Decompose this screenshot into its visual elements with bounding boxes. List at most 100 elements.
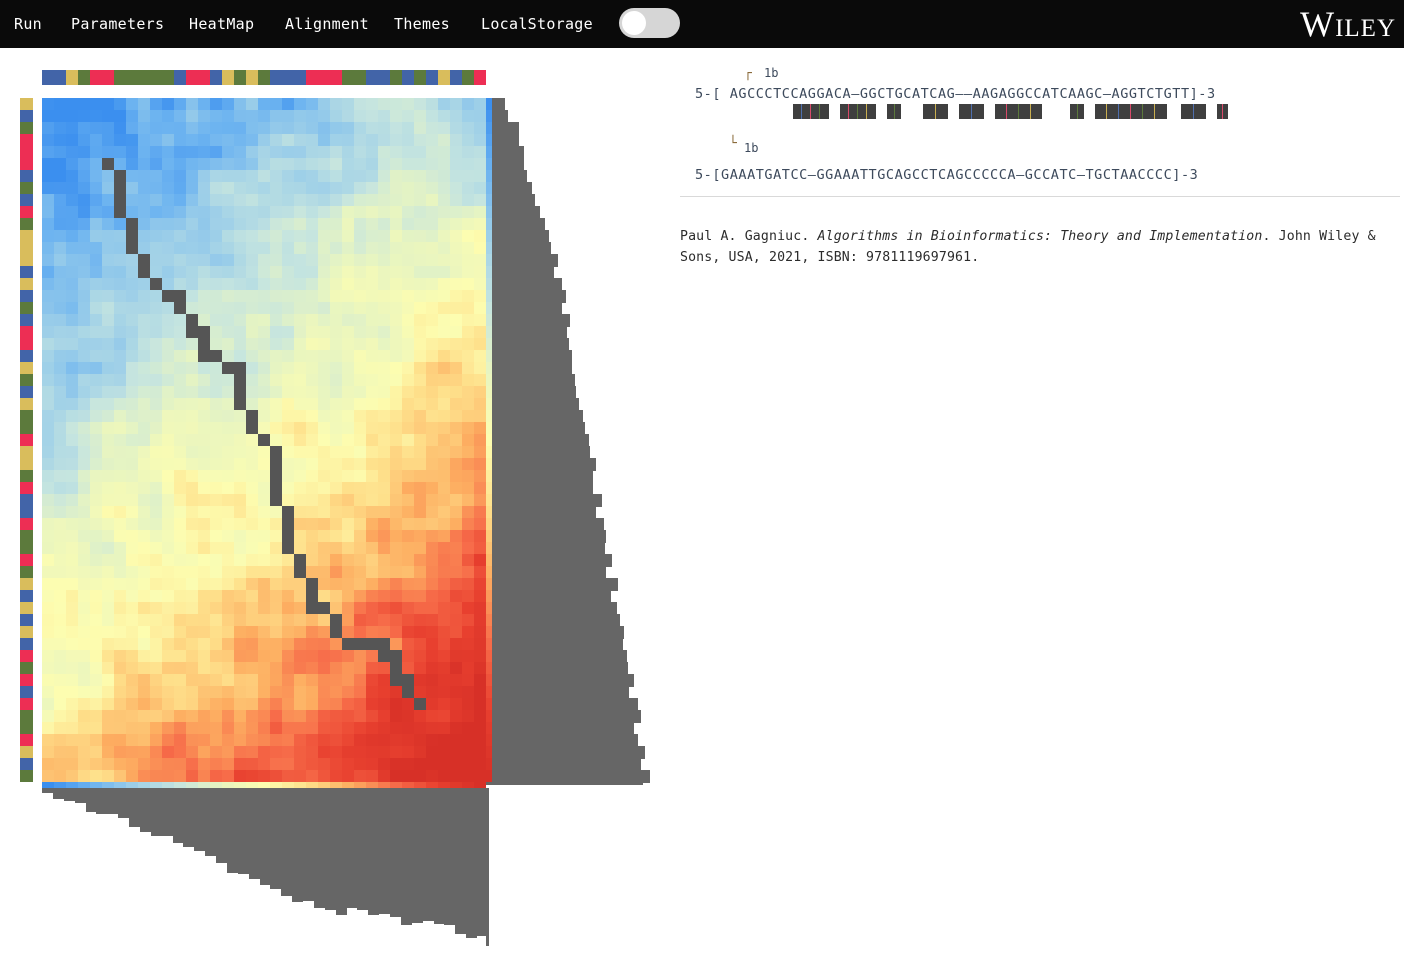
heatmap-cell	[78, 446, 90, 458]
heatmap-cell	[126, 470, 138, 482]
heatmap-cell	[366, 662, 378, 674]
heatmap-cell	[234, 302, 246, 314]
heatmap-cell	[354, 302, 366, 314]
heatmap-cell	[366, 722, 378, 734]
heatmap-cell	[342, 614, 354, 626]
heatmap-cell	[54, 710, 66, 722]
nav-item-localstorage[interactable]: LocalStorage	[481, 15, 593, 33]
heatmap-cell	[210, 554, 222, 566]
heatmap-path-cell	[282, 542, 294, 554]
heatmap-cell	[402, 638, 414, 650]
heatmap-cell	[138, 674, 150, 686]
heatmap-cell	[78, 206, 90, 218]
nav-item-alignment[interactable]: Alignment	[285, 15, 369, 33]
nav-item-parameters[interactable]: Parameters	[71, 15, 164, 33]
heatmap-path-cell	[390, 674, 402, 686]
heatmap-cell	[342, 182, 354, 194]
nav-item-heatmap[interactable]: HeatMap	[189, 15, 254, 33]
heatmap-cell	[474, 338, 486, 350]
heatmap-cell	[210, 122, 222, 134]
heatmap-cell	[42, 698, 54, 710]
heatmap-cell	[66, 98, 78, 110]
heatmap-cell	[438, 662, 450, 674]
heatmap-cell	[342, 134, 354, 146]
heatmap-cell	[258, 230, 270, 242]
heatmap-cell	[246, 158, 258, 170]
heatmap-cell	[438, 422, 450, 434]
heatmap-cell	[258, 290, 270, 302]
heatmap-cell	[78, 146, 90, 158]
heatmap-cell	[282, 434, 294, 446]
heatmap-cell	[474, 254, 486, 266]
heatmap-cell	[414, 386, 426, 398]
heatmap-cell	[138, 98, 150, 110]
heatmap-cell	[186, 278, 198, 290]
heatmap-cell	[198, 470, 210, 482]
heatmap-cell	[366, 458, 378, 470]
heatmap-cell	[282, 698, 294, 710]
heatmap-cell	[78, 98, 90, 110]
heatmap-path-cell	[378, 650, 390, 662]
heatmap-cell	[138, 122, 150, 134]
heatmap-cell	[246, 122, 258, 134]
heatmap-cell	[330, 158, 342, 170]
heatmap-cell	[66, 458, 78, 470]
heatmap-path-cell	[318, 602, 330, 614]
heatmap-cell	[318, 590, 330, 602]
heatmap-cell	[258, 626, 270, 638]
score-bar	[492, 542, 605, 555]
nav-item-run[interactable]: Run	[14, 15, 42, 33]
heatmap-cell	[354, 674, 366, 686]
heatmap-cell	[174, 314, 186, 326]
nucleotide-cell	[126, 70, 138, 85]
heatmap-cell	[258, 758, 270, 770]
heatmap-cell	[66, 518, 78, 530]
heatmap-cell	[414, 158, 426, 170]
score-bar	[172, 788, 184, 843]
heatmap-cell	[138, 602, 150, 614]
heatmap-cell	[102, 434, 114, 446]
heatmap-cell	[402, 434, 414, 446]
heatmap-cell	[162, 398, 174, 410]
heatmap-cell	[162, 470, 174, 482]
heatmap-cell	[222, 170, 234, 182]
heatmap-cell	[162, 350, 174, 362]
heatmap-cell	[90, 218, 102, 230]
nucleotide-cell	[20, 674, 33, 686]
heatmap-cell	[282, 134, 294, 146]
heatmap-cell	[282, 170, 294, 182]
nav-item-themes[interactable]: Themes	[394, 15, 450, 33]
heatmap-cell	[462, 170, 474, 182]
heatmap-cell	[150, 206, 162, 218]
heatmap-cell	[270, 734, 282, 746]
nucleotide-cell	[20, 518, 33, 530]
heatmap-cell	[210, 470, 222, 482]
heatmap-cell	[186, 398, 198, 410]
nucleotide-cell	[20, 134, 33, 146]
heatmap-cell	[42, 686, 54, 698]
heatmap-cell	[330, 482, 342, 494]
heatmap-cell	[222, 542, 234, 554]
heatmap-cell	[270, 278, 282, 290]
heatmap-cell	[150, 158, 162, 170]
heatmap-cell	[114, 530, 126, 542]
theme-toggle-switch[interactable]	[619, 8, 680, 38]
nucleotide-cell	[102, 70, 114, 85]
heatmap-cell	[414, 194, 426, 206]
heatmap-cell	[318, 122, 330, 134]
match-stripe	[935, 104, 936, 119]
heatmap-cell	[90, 290, 102, 302]
score-bar	[492, 770, 651, 783]
score-bar	[492, 254, 558, 267]
heatmap-cell	[318, 242, 330, 254]
heatmap-cell	[258, 338, 270, 350]
heatmap-cell	[414, 530, 426, 542]
heatmap-cell	[114, 230, 126, 242]
heatmap-cell	[90, 554, 102, 566]
heatmap-cell	[90, 734, 102, 746]
heatmap-cell	[66, 662, 78, 674]
heatmap-cell	[318, 614, 330, 626]
heatmap-cell	[354, 230, 366, 242]
heatmap-cell	[474, 206, 486, 218]
heatmap-matrix[interactable]	[42, 98, 486, 782]
